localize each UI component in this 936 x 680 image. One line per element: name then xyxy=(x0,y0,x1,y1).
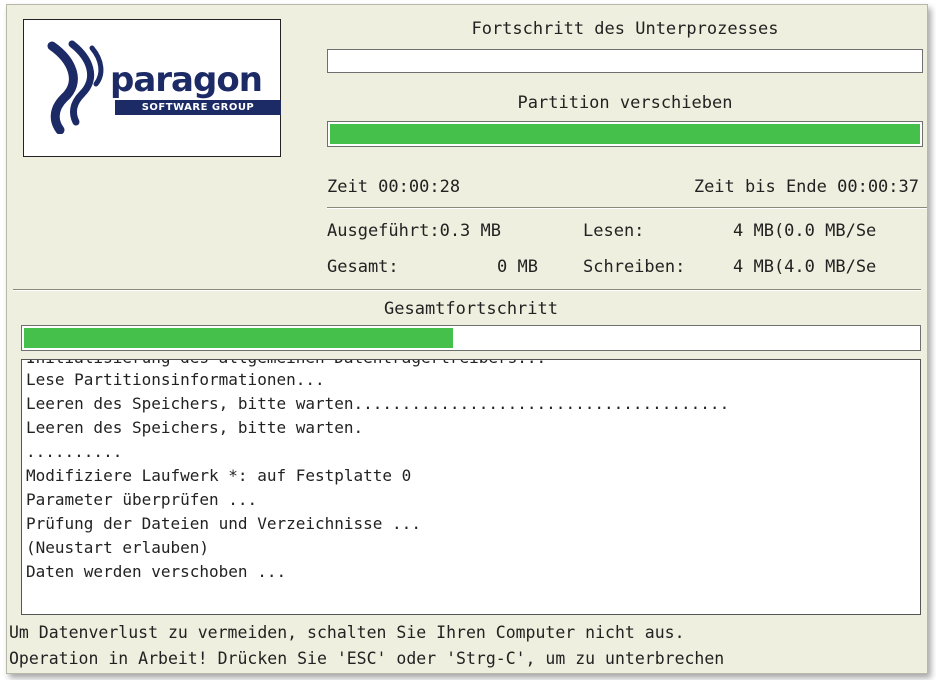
log-line: Leeren des Speichers, bitte warten......… xyxy=(26,394,730,413)
operation-progress-bar xyxy=(327,121,923,147)
overall-progress-fill xyxy=(24,328,454,348)
divider xyxy=(13,289,921,291)
write-label: Schreiben: xyxy=(583,257,686,277)
log-line: Initialisierung des allgemeinen Datenträ… xyxy=(26,360,546,368)
log-line: Prüfung der Dateien und Verzeichnisse ..… xyxy=(26,514,421,533)
logo-subtitle: SOFTWARE GROUP xyxy=(115,100,281,115)
log-line: (Neustart erlauben) xyxy=(26,538,210,557)
total-label: Gesamt: xyxy=(327,257,399,277)
paragon-swirl-icon xyxy=(47,40,104,134)
cancel-hint: Operation in Arbeit! Drücken Sie 'ESC' o… xyxy=(9,649,725,668)
log-output[interactable]: Initialisierung des allgemeinen Datenträ… xyxy=(21,359,921,615)
overall-progress-bar xyxy=(21,325,921,351)
remaining-time: Zeit bis Ende 00:00:37 xyxy=(693,177,919,197)
divider xyxy=(327,207,927,209)
elapsed-time: Zeit 00:00:28 xyxy=(327,177,461,197)
write-value: 4 MB(4.0 MB/Se xyxy=(733,257,877,277)
log-line: Daten werden verschoben ... xyxy=(26,562,287,581)
total-value: 0 MB xyxy=(497,257,538,277)
log-line: Parameter überprüfen ... xyxy=(26,490,258,509)
log-line: Modifiziere Laufwerk *: auf Festplatte 0 xyxy=(26,466,412,485)
operation-title: Partition verschieben xyxy=(517,93,733,113)
log-line: .......... xyxy=(26,442,123,461)
data-loss-warning: Um Datenverlust zu vermeiden, schalten S… xyxy=(9,623,685,642)
subprocess-progress-bar xyxy=(327,49,923,73)
logo-wordmark: paragon xyxy=(110,60,263,100)
read-value: 4 MB(0.0 MB/Se xyxy=(733,221,877,241)
overall-title: Gesamtfortschritt xyxy=(384,299,558,319)
read-label: Lesen: xyxy=(583,221,645,241)
operation-progress-fill xyxy=(330,124,920,144)
log-line: Lese Partitionsinformationen... xyxy=(26,370,325,389)
log-line: Leeren des Speichers, bitte warten. xyxy=(26,418,364,437)
progress-screen: paragon SOFTWARE GROUP Fortschritt des U… xyxy=(6,4,928,674)
subprocess-title: Fortschritt des Unterprozesses xyxy=(471,19,779,39)
paragon-logo: paragon SOFTWARE GROUP xyxy=(23,19,281,157)
done-amount: Ausgeführt:0.3 MB xyxy=(327,221,501,241)
